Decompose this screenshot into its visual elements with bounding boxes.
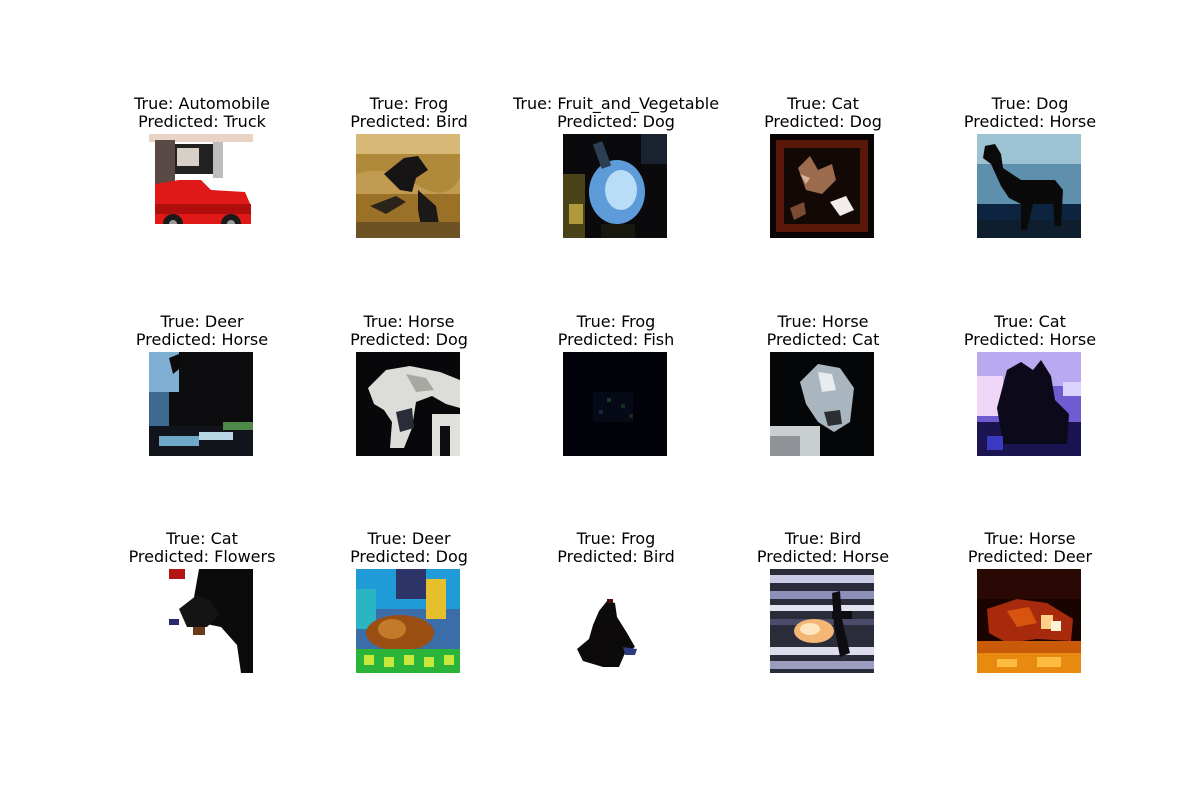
- true-label: True: Horse: [984, 529, 1076, 548]
- panel-title: True: Horse Predicted: Deer: [910, 530, 1150, 565]
- true-label: True: Deer: [367, 529, 451, 548]
- true-label: True: Frog: [576, 312, 656, 331]
- panel-4: True: Cat Predicted: Dog: [703, 95, 943, 245]
- predicted-label: Predicted: Dog: [350, 329, 468, 349]
- true-label: True: Cat: [166, 529, 238, 548]
- true-label: True: Horse: [363, 312, 455, 331]
- panel-title: True: Frog Predicted: Bird: [289, 95, 529, 130]
- dark-frog-icon: [563, 352, 667, 456]
- panel-title: True: Cat Predicted: Horse: [910, 313, 1150, 348]
- predicted-label: Predicted: Bird: [557, 546, 675, 566]
- true-label: True: Horse: [777, 312, 869, 331]
- predicted-label: Predicted: Horse: [135, 329, 269, 349]
- bird-striped-icon: [770, 569, 874, 673]
- prediction-grid-figure: True: Automobile Predicted: Truck True: …: [0, 0, 1200, 800]
- panel-11: True: Cat Predicted: Flowers: [82, 530, 322, 680]
- predicted-label: Predicted: Dog: [557, 111, 675, 131]
- panel-title: True: Horse Predicted: Cat: [703, 313, 943, 348]
- frog-silhouette-icon: [563, 569, 667, 673]
- deer-colorful-icon: [356, 569, 460, 673]
- cat-in-frame-icon: [770, 134, 874, 238]
- predicted-label: Predicted: Horse: [756, 546, 890, 566]
- panel-title: True: Deer Predicted: Horse: [82, 313, 322, 348]
- panel-15: True: Horse Predicted: Deer: [910, 530, 1150, 680]
- predicted-label: Predicted: Flowers: [128, 546, 276, 566]
- panel-13: True: Frog Predicted: Bird: [496, 530, 736, 680]
- panel-7: True: Horse Predicted: Dog: [289, 313, 529, 463]
- panel-title: True: Deer Predicted: Dog: [289, 530, 529, 565]
- predicted-label: Predicted: Fish: [557, 329, 675, 349]
- panel-title: True: Dog Predicted: Horse: [910, 95, 1150, 130]
- predicted-label: Predicted: Horse: [963, 111, 1097, 131]
- true-label: True: Cat: [994, 312, 1066, 331]
- panel-title: True: Frog Predicted: Bird: [496, 530, 736, 565]
- panel-5: True: Dog Predicted: Horse: [910, 95, 1150, 245]
- panel-6: True: Deer Predicted: Horse: [82, 313, 322, 463]
- panel-2: True: Frog Predicted: Bird: [289, 95, 529, 245]
- true-label: True: Frog: [369, 94, 449, 113]
- panel-1: True: Automobile Predicted: Truck: [82, 95, 322, 245]
- black-cat-white-icon: [149, 569, 253, 673]
- panel-title: True: Cat Predicted: Dog: [703, 95, 943, 130]
- cat-purple-icon: [977, 352, 1081, 456]
- true-label: True: Frog: [576, 529, 656, 548]
- true-label: True: Automobile: [134, 94, 270, 113]
- horse-fire-icon: [977, 569, 1081, 673]
- predicted-label: Predicted: Horse: [963, 329, 1097, 349]
- panel-10: True: Cat Predicted: Horse: [910, 313, 1150, 463]
- true-label: True: Cat: [787, 94, 859, 113]
- predicted-label: Predicted: Bird: [350, 111, 468, 131]
- panel-title: True: Automobile Predicted: Truck: [82, 95, 322, 130]
- panel-title: True: Horse Predicted: Dog: [289, 313, 529, 348]
- blue-fruit-icon: [563, 134, 667, 238]
- horse-head-icon: [770, 352, 874, 456]
- true-label: True: Fruit_and_Vegetable: [512, 94, 720, 113]
- panel-title: True: Cat Predicted: Flowers: [82, 530, 322, 565]
- white-horse-icon: [356, 352, 460, 456]
- panel-3: True: Fruit_and_Vegetable Predicted: Dog: [496, 95, 736, 245]
- true-label: True: Dog: [991, 94, 1069, 113]
- panel-12: True: Deer Predicted: Dog: [289, 530, 529, 680]
- panel-8: True: Frog Predicted: Fish: [496, 313, 736, 463]
- predicted-label: Predicted: Deer: [967, 546, 1093, 566]
- true-label: True: Bird: [784, 529, 862, 548]
- predicted-label: Predicted: Dog: [764, 111, 882, 131]
- red-car-icon: [149, 134, 253, 238]
- panel-title: True: Fruit_and_Vegetable Predicted: Dog: [496, 95, 736, 130]
- predicted-label: Predicted: Truck: [138, 111, 266, 131]
- dark-deer-icon: [149, 352, 253, 456]
- true-label: True: Deer: [160, 312, 244, 331]
- dog-silhouette-icon: [977, 134, 1081, 238]
- predicted-label: Predicted: Cat: [766, 329, 880, 349]
- panel-14: True: Bird Predicted: Horse: [703, 530, 943, 680]
- panel-title: True: Bird Predicted: Horse: [703, 530, 943, 565]
- predicted-label: Predicted: Dog: [350, 546, 468, 566]
- panel-title: True: Frog Predicted: Fish: [496, 313, 736, 348]
- panel-9: True: Horse Predicted: Cat: [703, 313, 943, 463]
- frog-on-ground-icon: [356, 134, 460, 238]
